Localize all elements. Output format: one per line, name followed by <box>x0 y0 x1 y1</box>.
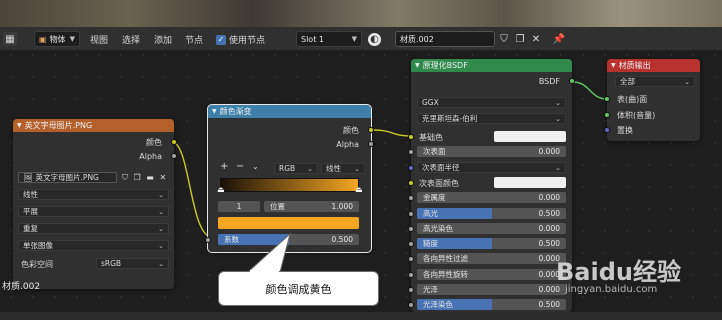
input-label: 次表面 <box>423 147 446 156</box>
input-value: 0.000 <box>538 193 560 202</box>
baidu-watermark: Baidu经验 <box>556 252 681 287</box>
input-label: 高光染色 <box>423 224 453 233</box>
input-value: 0.000 <box>538 285 560 294</box>
input-label: 光泽染色 <box>423 300 453 309</box>
watermark-brand: Baidu经验 <box>556 258 681 286</box>
input-label: 各向异性过滤 <box>423 254 468 263</box>
input-label: 各向异性旋转 <box>423 270 468 279</box>
input-value: 0.000 <box>538 224 560 233</box>
input-value: 0.500 <box>538 239 560 248</box>
input-label: 金属度 <box>423 193 446 202</box>
factor-label: 系数 <box>224 235 239 244</box>
status-bar <box>0 312 722 320</box>
input-label: 光泽 <box>423 285 438 294</box>
input-value: 0.000 <box>538 270 560 279</box>
factor-value: 0.500 <box>331 235 353 244</box>
input-label: 糙度 <box>423 239 438 248</box>
input-value: 0.000 <box>538 147 560 156</box>
input-value: 0.500 <box>538 300 560 309</box>
input-value: 0.000 <box>538 254 560 263</box>
input-value: 0.500 <box>538 209 560 218</box>
watermark-url: jingyan.baidu.com <box>565 284 658 295</box>
input-label: 高光 <box>423 209 438 218</box>
